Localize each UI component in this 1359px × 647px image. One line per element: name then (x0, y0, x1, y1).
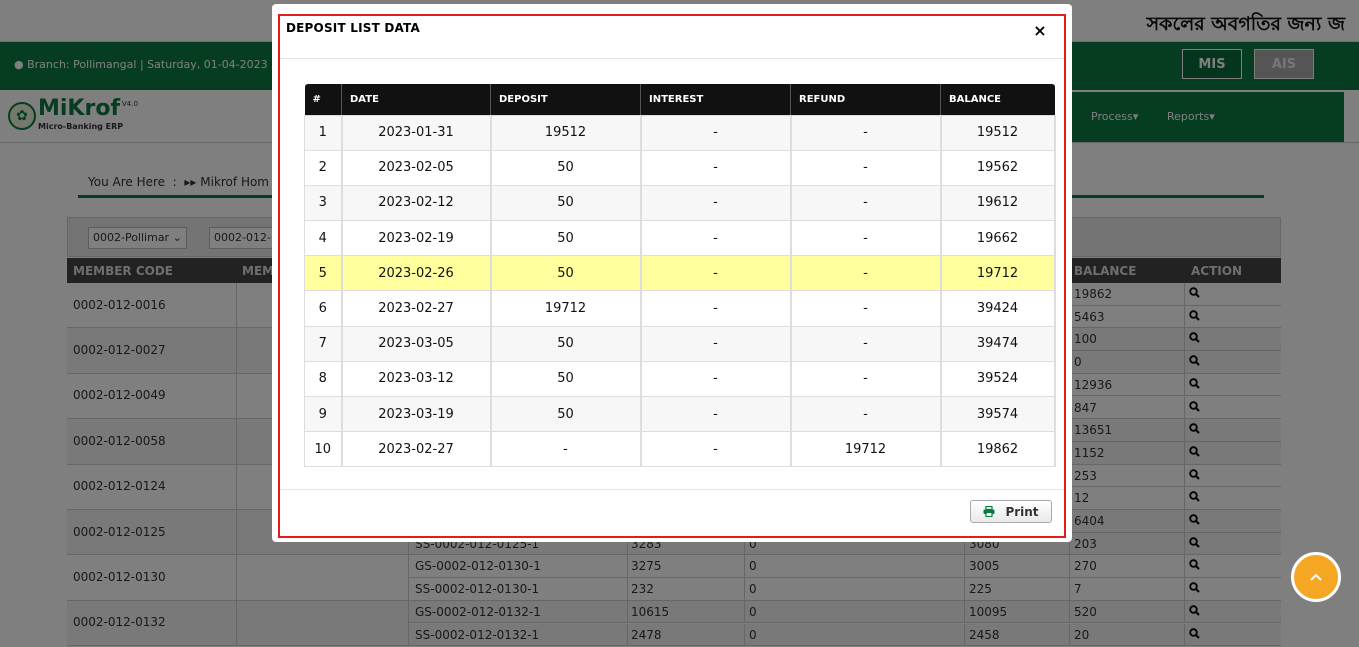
th-date: DATE (341, 84, 491, 115)
print-icon (983, 506, 995, 517)
cell-balance: 19662 (940, 220, 1056, 257)
cell-deposit: 19512 (490, 114, 642, 151)
cell-deposit: 50 (490, 184, 642, 222)
cell-deposit: 50 (490, 325, 642, 362)
table-row: 7 2023-03-05 50- -39474 (304, 325, 1056, 362)
cell-date: 2023-02-05 (341, 149, 492, 186)
cell-index: 9 (304, 395, 343, 433)
cell-deposit: 50 (490, 220, 642, 257)
th-refund: REFUND (790, 84, 941, 115)
cell-balance: 19712 (940, 255, 1056, 292)
table-row: 6 2023-02-27 19712- -39424 (304, 290, 1056, 327)
cell-refund: - (790, 114, 942, 151)
cell-date: 2023-03-19 (341, 395, 492, 433)
table-row: 10 2023-02-27- -19712 19862 (304, 431, 1056, 468)
cell-date: 2023-01-31 (341, 114, 492, 151)
cell-refund: - (790, 395, 942, 433)
th-deposit: DEPOSIT (490, 84, 641, 115)
cell-balance: 19862 (940, 431, 1056, 468)
table-row: 8 2023-03-12 50- -39524 (304, 360, 1056, 398)
cell-date: 2023-02-27 (341, 290, 492, 327)
cell-index: 3 (304, 184, 343, 222)
divider (280, 489, 1064, 490)
cell-interest: - (640, 255, 792, 292)
chevron-up-icon (1310, 573, 1322, 581)
cell-index: 4 (304, 220, 343, 257)
table-row: 4 2023-02-19 50- -19662 (304, 220, 1056, 257)
deposit-table: # DATE DEPOSIT INTEREST REFUND BALANCE 1… (304, 84, 1056, 468)
divider (280, 58, 1064, 59)
cell-interest: - (640, 149, 792, 186)
table-row: 9 2023-03-19 50- -39574 (304, 395, 1056, 433)
cell-index: 8 (304, 360, 343, 398)
cell-interest: - (640, 395, 792, 433)
cell-interest: - (640, 220, 792, 257)
cell-refund: 19712 (790, 431, 942, 468)
cell-date: 2023-03-05 (341, 325, 492, 362)
cell-refund: - (790, 255, 942, 292)
close-icon: × (1033, 20, 1047, 40)
cell-refund: - (790, 360, 942, 398)
cell-interest: - (640, 114, 792, 151)
deposit-list-modal: DEPOSIT LIST DATA × # DATE DEPOSIT INTER… (272, 4, 1072, 542)
cell-balance: 19612 (940, 184, 1056, 222)
cell-refund: - (790, 325, 942, 362)
th-balance: BALANCE (940, 84, 1055, 115)
cell-interest: - (640, 184, 792, 222)
cell-date: 2023-02-12 (341, 184, 492, 222)
cell-refund: - (790, 220, 942, 257)
cell-balance: 39424 (940, 290, 1056, 327)
cell-index: 6 (304, 290, 343, 327)
cell-index: 7 (304, 325, 343, 362)
cell-date: 2023-02-27 (341, 431, 492, 468)
th-interest: INTEREST (640, 84, 791, 115)
cell-index: 5 (304, 255, 343, 292)
cell-index: 10 (304, 431, 343, 468)
print-button[interactable]: Print (970, 500, 1052, 523)
cell-index: 2 (304, 149, 343, 186)
close-button[interactable]: × (1032, 20, 1048, 40)
cell-refund: - (790, 290, 942, 327)
modal-title: DEPOSIT LIST DATA (286, 21, 420, 35)
cell-deposit: 50 (490, 149, 642, 186)
cell-balance: 39524 (940, 360, 1056, 398)
cell-interest: - (640, 360, 792, 398)
table-row: 3 2023-02-12 50- -19612 (304, 184, 1056, 222)
cell-deposit: 50 (490, 395, 642, 433)
cell-refund: - (790, 184, 942, 222)
cell-balance: 39574 (940, 395, 1056, 433)
print-label: Print (1005, 504, 1039, 519)
cell-deposit: - (490, 431, 642, 468)
cell-date: 2023-02-26 (341, 255, 492, 292)
cell-refund: - (790, 149, 942, 186)
cell-deposit: 50 (490, 255, 642, 292)
table-row: 2 2023-02-05 50- -19562 (304, 149, 1056, 186)
scroll-to-top-button[interactable] (1291, 552, 1341, 602)
cell-index: 1 (304, 114, 343, 151)
table-row: 5 2023-02-26 50- -19712 (304, 255, 1056, 292)
cell-balance: 39474 (940, 325, 1056, 362)
cell-interest: - (640, 290, 792, 327)
table-row: 1 2023-01-31 19512- -19512 (304, 114, 1056, 151)
cell-interest: - (640, 325, 792, 362)
cell-balance: 19512 (940, 114, 1056, 151)
cell-deposit: 19712 (490, 290, 642, 327)
cell-date: 2023-02-19 (341, 220, 492, 257)
th-index: # (304, 84, 342, 115)
cell-interest: - (640, 431, 792, 468)
table-header-row: # DATE DEPOSIT INTEREST REFUND BALANCE (304, 84, 1055, 115)
cell-deposit: 50 (490, 360, 642, 398)
cell-balance: 19562 (940, 149, 1056, 186)
cell-date: 2023-03-12 (341, 360, 492, 398)
deposit-table-body: 1 2023-01-31 19512- -19512 2 2023-02-05 50- -19… (304, 114, 1056, 468)
